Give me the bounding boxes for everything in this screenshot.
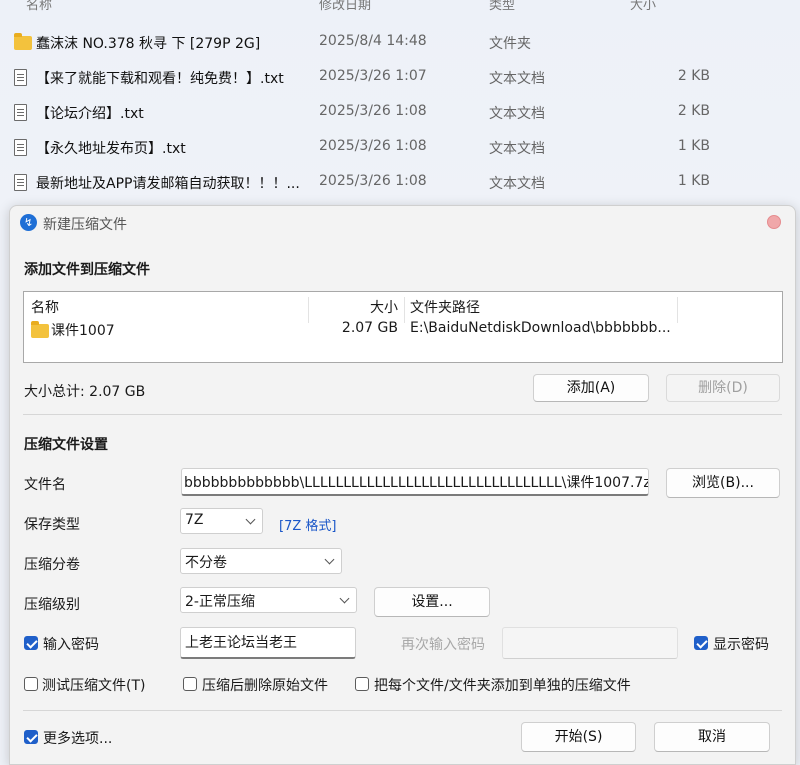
browse-button[interactable]: 浏览(B)... (666, 468, 780, 498)
column-header-name[interactable]: 名称 (26, 0, 52, 13)
column-header-size[interactable]: 大小 (630, 0, 656, 13)
list-header-path[interactable]: 文件夹路径 (410, 297, 480, 317)
explorer-column-headers: 名称 修改日期 类型 大小 (0, 0, 800, 14)
file-date: 2025/3/26 1:08 (319, 173, 427, 189)
filename-label: 文件名 (24, 477, 66, 493)
save-type-select[interactable]: 7Z (180, 508, 263, 534)
file-list[interactable]: 名称 大小 文件夹路径 课件1007 2.07 GB E:\BaiduNetdi… (23, 291, 783, 363)
chevron-down-icon (324, 554, 335, 565)
more-options-label[interactable]: 更多选项... (43, 728, 112, 748)
file-name: 【来了就能下载和观看！纯免费！】.txt (36, 71, 284, 87)
file-size: 2 KB (677, 103, 710, 119)
file-size: 1 KB (677, 138, 710, 154)
separate-archives-label[interactable]: 把每个文件/文件夹添加到单独的压缩文件 (374, 675, 631, 695)
lightning-icon: ↯ (20, 214, 37, 231)
list-item[interactable]: 课件1007 2.07 GB E:\BaiduNetdiskDownload\b… (24, 319, 782, 343)
list-header-name[interactable]: 名称 (31, 297, 59, 317)
add-files-section-title: 添加文件到压缩文件 (24, 262, 150, 278)
dialog-titlebar[interactable]: ↯ 新建压缩文件 (10, 206, 795, 238)
folder-icon (14, 33, 32, 52)
split-select[interactable]: 不分卷 (180, 548, 342, 574)
file-date: 2025/3/26 1:08 (319, 103, 427, 119)
text-file-icon (14, 139, 32, 157)
save-type-value: 7Z (185, 512, 204, 528)
add-button[interactable]: 添加(A) (533, 374, 649, 402)
list-item-size: 2.07 GB (341, 320, 398, 336)
chevron-down-icon (339, 593, 350, 604)
split-value: 不分卷 (185, 555, 227, 571)
file-name: 最新地址及APP请发邮箱自动获取！！！... (36, 176, 300, 192)
file-list-header: 名称 大小 文件夹路径 (24, 292, 782, 323)
filename-value: bbbbbbbbbbbbb\LLLLLLLLLLLLLLLLLLLLLLLLLL… (184, 475, 649, 491)
save-type-label: 保存类型 (24, 517, 80, 533)
compression-level-value: 2-正常压缩 (185, 594, 255, 610)
split-label: 压缩分卷 (24, 557, 80, 573)
file-date: 2025/3/26 1:08 (319, 138, 427, 154)
show-password-checkbox[interactable] (694, 636, 708, 650)
explorer-row[interactable]: 最新地址及APP请发邮箱自动获取！！！... 2025/3/26 1:08 文本… (0, 167, 800, 197)
file-type: 文件夹 (489, 36, 531, 52)
folder-icon (31, 321, 49, 342)
password-input[interactable]: 上老王论坛当老王 (180, 627, 356, 659)
file-size: 1 KB (677, 173, 710, 189)
filename-input[interactable]: bbbbbbbbbbbbb\LLLLLLLLLLLLLLLLLLLLLLLLLL… (181, 468, 649, 496)
format-link[interactable]: [7Z 格式] (279, 515, 336, 534)
reenter-password-input[interactable] (502, 627, 678, 659)
file-name: 蠢沫沫 NO.378 秋寻 下 [279P 2G] (36, 36, 261, 52)
delete-after-checkbox[interactable] (183, 677, 197, 691)
delete-after-label[interactable]: 压缩后删除原始文件 (202, 675, 328, 695)
compression-level-select[interactable]: 2-正常压缩 (180, 587, 357, 613)
explorer-row[interactable]: 蠢沫沫 NO.378 秋寻 下 [279P 2G] 2025/8/4 14:48… (0, 27, 800, 57)
total-size-label: 大小总计: 2.07 GB (24, 384, 146, 400)
close-button[interactable] (767, 215, 781, 229)
archive-settings-section-title: 压缩文件设置 (24, 437, 108, 453)
test-archive-label[interactable]: 测试压缩文件(T) (42, 675, 145, 695)
text-file-icon (14, 69, 32, 87)
divider (23, 414, 782, 415)
list-item-path: E:\BaiduNetdiskDownload\bbbbbbb... (410, 320, 671, 336)
file-date: 2025/3/26 1:07 (319, 68, 427, 84)
reenter-password-label: 再次输入密码 (401, 637, 485, 653)
text-file-icon (14, 174, 32, 192)
file-type: 文本文档 (489, 176, 545, 192)
divider (23, 710, 782, 711)
cancel-button[interactable]: 取消 (654, 722, 770, 752)
text-file-icon (14, 104, 32, 122)
start-button[interactable]: 开始(S) (521, 722, 636, 752)
list-item-name: 课件1007 (51, 323, 115, 339)
file-name: 【永久地址发布页】.txt (36, 141, 186, 157)
file-date: 2025/8/4 14:48 (319, 33, 427, 49)
file-type: 文本文档 (489, 71, 545, 87)
password-value: 上老王论坛当老王 (185, 635, 297, 651)
dialog-title: 新建压缩文件 (43, 217, 127, 233)
new-archive-dialog: ↯ 新建压缩文件 添加文件到压缩文件 名称 大小 文件夹路径 课件1007 2.… (9, 205, 796, 765)
settings-button[interactable]: 设置... (374, 587, 490, 617)
password-checkbox[interactable] (24, 636, 38, 650)
compression-level-label: 压缩级别 (24, 597, 80, 613)
file-type: 文本文档 (489, 141, 545, 157)
explorer-row[interactable]: 【永久地址发布页】.txt 2025/3/26 1:08 文本文档 1 KB (0, 132, 800, 162)
chevron-down-icon (245, 514, 256, 525)
show-password-label[interactable]: 显示密码 (713, 634, 769, 654)
delete-button[interactable]: 删除(D) (666, 374, 780, 402)
list-header-size[interactable]: 大小 (308, 297, 398, 317)
password-checkbox-label[interactable]: 输入密码 (43, 634, 99, 654)
column-header-date[interactable]: 修改日期 (319, 0, 371, 13)
file-name: 【论坛介绍】.txt (36, 106, 144, 122)
file-type: 文本文档 (489, 106, 545, 122)
explorer-row[interactable]: 【论坛介绍】.txt 2025/3/26 1:08 文本文档 2 KB (0, 97, 800, 127)
more-options-checkbox[interactable] (24, 730, 38, 744)
file-size: 2 KB (677, 68, 710, 84)
file-explorer-list: 名称 修改日期 类型 大小 蠢沫沫 NO.378 秋寻 下 [279P 2G] … (0, 0, 800, 210)
test-archive-checkbox[interactable] (24, 677, 38, 691)
column-header-type[interactable]: 类型 (489, 0, 515, 13)
explorer-row[interactable]: 【来了就能下载和观看！纯免费！】.txt 2025/3/26 1:07 文本文档… (0, 62, 800, 92)
separate-archives-checkbox[interactable] (355, 677, 369, 691)
